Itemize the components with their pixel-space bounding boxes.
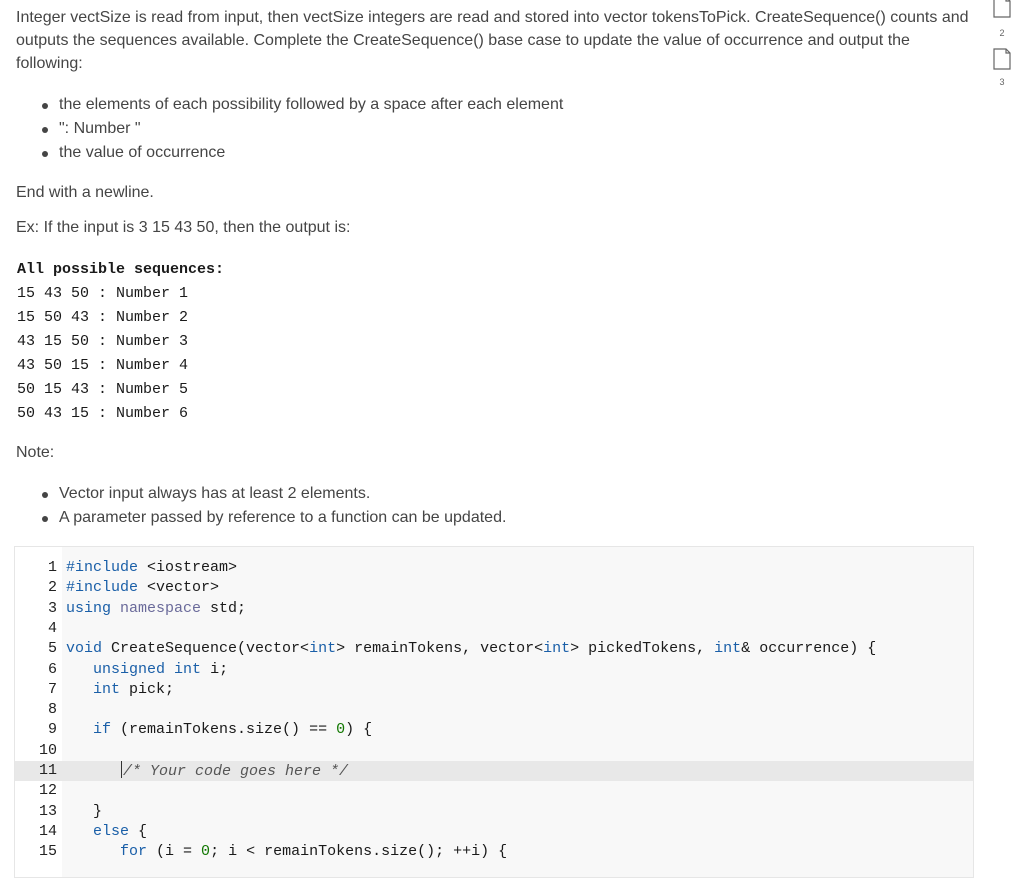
page-icon [993,0,1011,18]
line-number: 8 [47,701,57,719]
code-line[interactable]: 8 [15,700,973,720]
code-text: void CreateSequence(vector<int> remainTo… [66,640,877,658]
note-label: Note: [16,444,55,461]
line-number: 2 [47,579,57,597]
code-line[interactable]: 6 unsigned int i; [15,660,973,680]
code-text: unsigned int i; [93,660,229,678]
line-number: 4 [47,619,57,637]
code-text: } [66,802,103,820]
sample-output-line: 15 43 50 : Number 1 [17,285,189,302]
line-number: 6 [47,660,57,678]
line-number: 5 [47,640,57,658]
code-line[interactable]: 7 int pick; [15,680,973,700]
sample-output-line: 15 50 43 : Number 2 [17,309,189,326]
line-number: 12 [38,782,57,800]
example-intro: Ex: If the input is 3 15 43 50, then the… [16,219,351,236]
code-text: else { [93,822,148,840]
page-link-2[interactable]: 2 [988,0,1016,44]
line-number: 14 [38,822,57,840]
line-number: 3 [47,599,57,617]
sample-output-line: 43 50 15 : Number 4 [17,357,189,374]
requirements-list: the elements of each possibility followe… [40,93,563,165]
sample-output-line: 50 15 43 : Number 5 [17,381,189,398]
notes-list: Vector input always has at least 2 eleme… [40,482,506,530]
code-line[interactable]: 3 using namespace std; [15,599,973,619]
sample-output-header: All possible sequences: [17,261,225,278]
line-number: 15 [38,843,57,861]
problem-description: Integer vectSize is read from input, the… [16,6,976,75]
note-item: Vector input always has at least 2 eleme… [40,482,506,506]
code-line[interactable]: 10 [15,741,973,761]
end-note: End with a newline. [16,184,154,201]
code-line[interactable]: 1 #include <iostream> [15,558,973,578]
line-number: 1 [47,559,57,576]
requirement-item: the elements of each possibility followe… [40,93,563,117]
page-number: 2 [999,28,1005,38]
code-line[interactable]: 2 #include <vector> [15,578,973,598]
line-number: 7 [47,680,57,698]
sample-output-line: 50 43 15 : Number 6 [17,405,189,422]
page-link-3[interactable]: 3 [988,46,1016,90]
code-text: using namespace std; [66,599,247,617]
text-cursor [121,761,123,778]
code-line[interactable]: 12 [15,781,973,801]
page-number: 3 [999,77,1005,87]
requirement-item: the value of occurrence [40,141,563,165]
code-text: /* Your code goes here */ [121,761,349,780]
code-text: #include <vector> [66,579,220,597]
code-line[interactable]: 9 if (remainTokens.size() == 0) { [15,720,973,740]
code-line[interactable]: 5 void CreateSequence(vector<int> remainT… [15,639,973,659]
note-item: A parameter passed by reference to a fun… [40,506,506,530]
line-number: 9 [47,721,57,739]
code-text: for (i = 0; i < remainTokens.size(); ++i… [120,843,508,861]
line-number: 13 [38,802,57,820]
code-line[interactable]: 14 else { [15,822,973,842]
page-icon [993,48,1011,70]
line-number: 11 [38,762,57,779]
code-editor[interactable]: 1 #include <iostream> 2 #include <vector> 3 u… [14,546,974,878]
requirement-item: ": Number " [40,117,563,141]
problem-intro: Integer vectSize is read from input, the… [16,9,969,72]
code-line[interactable]: 11 /* Your code goes here */ [15,761,973,781]
code-text: int pick; [93,680,175,698]
line-number: 10 [38,741,57,759]
code-line[interactable]: 4 [15,619,973,639]
sample-output: All possible sequences: 15 43 50 : Number… [17,258,224,426]
code-text: #include <iostream> [66,559,238,576]
sample-output-line: 43 15 50 : Number 3 [17,333,189,350]
code-line[interactable]: 13 } [15,802,973,822]
code-line[interactable]: 15 for (i = 0; i < remainTokens.size(); … [15,842,973,862]
code-text: if (remainTokens.size() == 0) { [93,721,373,739]
